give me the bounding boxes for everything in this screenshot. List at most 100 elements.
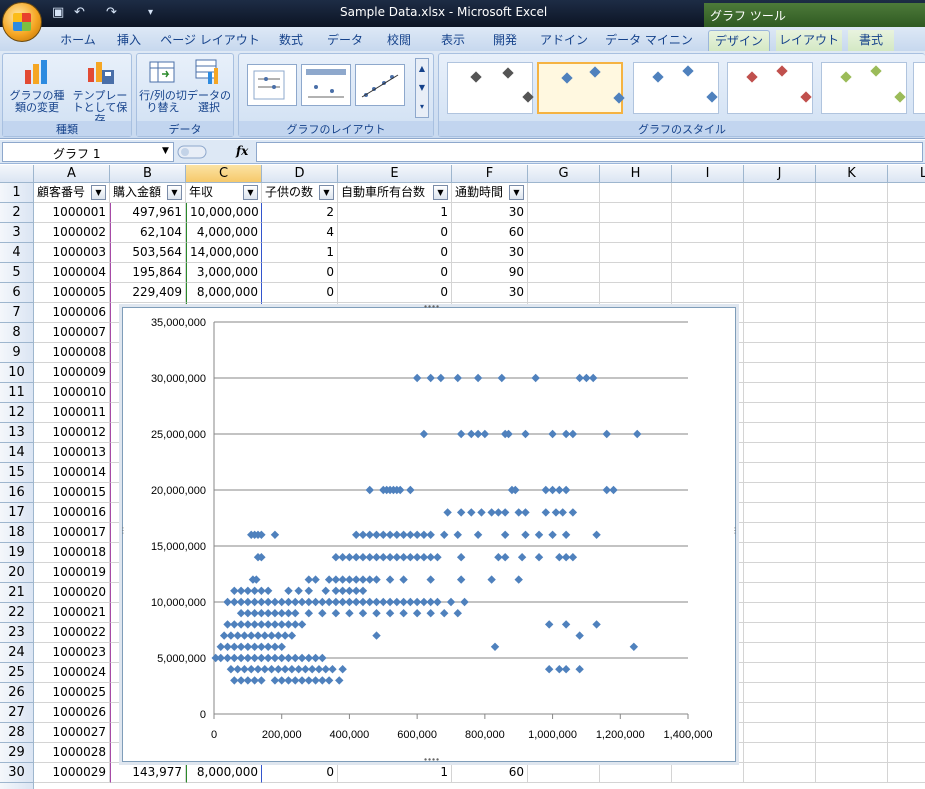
row-header[interactable]: 8 (0, 323, 34, 343)
table-cell[interactable]: 1 (338, 203, 452, 223)
table-cell[interactable]: 1000018 (34, 543, 110, 563)
row-header[interactable]: 29 (0, 743, 34, 763)
tab-review[interactable]: 校閲 (378, 30, 420, 51)
table-cell[interactable]: 1000022 (34, 623, 110, 643)
filter-dropdown-button[interactable]: ▼ (167, 185, 182, 200)
table-cell[interactable] (744, 463, 816, 483)
table-cell[interactable]: 1000012 (34, 423, 110, 443)
row-header[interactable]: 26 (0, 683, 34, 703)
table-cell[interactable] (528, 223, 600, 243)
table-cell[interactable] (744, 723, 816, 743)
table-cell[interactable] (600, 263, 672, 283)
table-cell[interactable]: 1000025 (34, 683, 110, 703)
table-cell[interactable]: 1000014 (34, 463, 110, 483)
table-cell[interactable] (744, 663, 816, 683)
table-cell[interactable]: 1000008 (34, 343, 110, 363)
filter-dropdown-button[interactable]: ▼ (509, 185, 524, 200)
table-cell[interactable]: 8,000,000 (186, 283, 262, 303)
table-cell[interactable] (888, 323, 925, 343)
filter-dropdown-button[interactable]: ▼ (243, 185, 258, 200)
table-cell[interactable] (600, 223, 672, 243)
column-header-i[interactable]: I (672, 165, 744, 183)
table-cell[interactable] (888, 583, 925, 603)
name-box-dropdown-icon[interactable]: ▼ (162, 146, 169, 156)
table-cell[interactable] (888, 663, 925, 683)
table-cell[interactable]: 229,409 (110, 283, 186, 303)
table-cell[interactable] (744, 743, 816, 763)
row-header[interactable]: 6 (0, 283, 34, 303)
table-cell[interactable]: 1000024 (34, 663, 110, 683)
table-cell[interactable] (672, 223, 744, 243)
table-cell[interactable] (600, 243, 672, 263)
table-cell[interactable] (888, 603, 925, 623)
table-cell[interactable] (888, 523, 925, 543)
row-header[interactable]: 11 (0, 383, 34, 403)
tab-home[interactable]: ホーム (50, 30, 106, 51)
row-header[interactable]: 1 (0, 183, 34, 203)
table-cell[interactable] (744, 703, 816, 723)
table-cell[interactable] (816, 663, 888, 683)
table-cell[interactable] (528, 283, 600, 303)
table-cell[interactable] (816, 283, 888, 303)
row-header[interactable]: 30 (0, 763, 34, 783)
row-header[interactable]: 20 (0, 563, 34, 583)
table-cell[interactable]: 0 (338, 283, 452, 303)
table-cell[interactable]: 14,000,000 (186, 243, 262, 263)
table-cell[interactable] (816, 443, 888, 463)
filter-dropdown-button[interactable]: ▼ (91, 185, 106, 200)
table-cell[interactable] (744, 423, 816, 443)
table-cell[interactable] (744, 763, 816, 783)
row-header[interactable]: 13 (0, 423, 34, 443)
row-header[interactable]: 27 (0, 703, 34, 723)
filter-dropdown-button[interactable]: ▼ (319, 185, 334, 200)
table-cell[interactable] (600, 763, 672, 783)
table-cell[interactable]: 1000004 (34, 263, 110, 283)
save-icon[interactable]: ▣ (52, 5, 64, 20)
table-cell[interactable]: 1 (262, 243, 338, 263)
row-header[interactable]: 23 (0, 623, 34, 643)
table-cell[interactable]: 10,000,000 (186, 203, 262, 223)
row-header[interactable]: 10 (0, 363, 34, 383)
table-cell[interactable] (672, 243, 744, 263)
table-cell[interactable]: 90 (452, 263, 528, 283)
tab-add-ins[interactable]: アドイン (536, 30, 592, 51)
table-cell[interactable]: 143,977 (110, 763, 186, 783)
tab-page-layout[interactable]: ページ レイアウト (160, 30, 260, 51)
table-cell[interactable] (888, 423, 925, 443)
table-cell[interactable] (744, 543, 816, 563)
chart-layout-2[interactable] (301, 64, 351, 106)
table-cell[interactable] (888, 263, 925, 283)
table-cell[interactable] (888, 723, 925, 743)
table-cell[interactable] (888, 383, 925, 403)
table-cell[interactable] (816, 463, 888, 483)
column-header-l[interactable]: L (888, 165, 925, 183)
table-cell[interactable]: 30 (452, 243, 528, 263)
table-cell[interactable]: 497,961 (110, 203, 186, 223)
table-cell[interactable]: 0 (262, 283, 338, 303)
table-cell[interactable] (744, 583, 816, 603)
save-as-template-button[interactable]: テンプレートとして保存 (69, 58, 131, 126)
table-cell[interactable]: 1000016 (34, 503, 110, 523)
table-cell[interactable] (888, 403, 925, 423)
table-cell[interactable] (816, 543, 888, 563)
table-cell[interactable]: 30 (452, 203, 528, 223)
table-cell[interactable]: 60 (452, 763, 528, 783)
column-header-d[interactable]: D (262, 165, 338, 183)
table-cell[interactable] (672, 203, 744, 223)
table-cell[interactable] (744, 623, 816, 643)
table-cell[interactable] (888, 303, 925, 323)
table-cell[interactable] (888, 243, 925, 263)
table-cell[interactable] (816, 723, 888, 743)
table-cell[interactable]: 1000011 (34, 403, 110, 423)
select-data-button[interactable]: データの選択 (187, 58, 231, 114)
row-header[interactable]: 22 (0, 603, 34, 623)
table-cell[interactable]: 1000005 (34, 283, 110, 303)
table-cell[interactable] (888, 363, 925, 383)
table-cell[interactable] (816, 523, 888, 543)
chart-style-6[interactable] (913, 62, 925, 114)
select-all-corner[interactable] (0, 165, 34, 183)
table-cell[interactable] (744, 403, 816, 423)
table-cell[interactable] (888, 743, 925, 763)
row-header[interactable]: 14 (0, 443, 34, 463)
row-header[interactable]: 2 (0, 203, 34, 223)
